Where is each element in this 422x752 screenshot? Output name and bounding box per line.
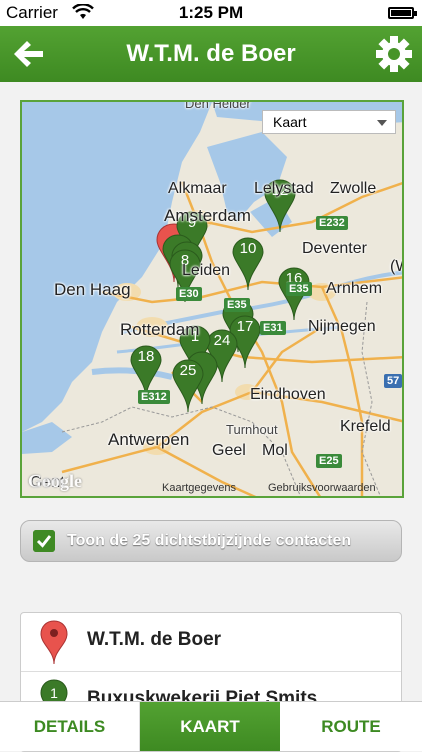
map-label-nijmegen: Nijmegen <box>308 318 376 335</box>
arrow-left-icon[interactable] <box>8 34 48 74</box>
gear-icon[interactable] <box>374 34 414 74</box>
map-label-geel: Geel <box>212 442 246 459</box>
status-time: 1:25 PM <box>178 3 244 22</box>
marker-label-24: 24 <box>214 332 231 349</box>
google-logo: Google <box>28 471 82 491</box>
map-label-amsterdam: Amsterdam <box>164 206 251 225</box>
tab-kaart[interactable]: KAART <box>140 702 280 751</box>
road-e35-east: E35 <box>286 282 312 296</box>
map-pin-icon <box>40 620 68 665</box>
tab-details[interactable]: DETAILS <box>0 702 140 751</box>
bottom-tab-bar: DETAILS KAART ROUTE <box>0 701 422 751</box>
list-item-name: W.T.M. de Boer <box>87 629 222 650</box>
nearest-contacts-label: Toon de 25 dichtstbijzijnde contacten <box>67 532 352 549</box>
marker-label-10: 10 <box>240 240 257 257</box>
nearest-contacts-toggle[interactable]: Toon de 25 dichtstbijzijnde contacten <box>20 520 402 562</box>
map-attribution-terms[interactable]: Gebruiksvoorwaarden <box>268 482 376 494</box>
map-label-turnhout: Turnhout <box>226 422 278 437</box>
map-label-eindhoven: Eindhoven <box>250 386 326 403</box>
map-label-lelystad: Lelystad <box>254 180 314 197</box>
marker-label-18: 18 <box>138 348 155 365</box>
marker-label-25: 25 <box>180 362 197 379</box>
map-label-arnhem: Arnhem <box>326 280 383 297</box>
checkbox-checked-icon[interactable] <box>33 530 55 552</box>
list-item[interactable]: W.T.M. de Boer <box>21 613 401 672</box>
road-57: 57 <box>384 374 402 388</box>
map-label-mol: Mol <box>262 442 288 459</box>
map-type-value: Kaart <box>273 114 307 130</box>
map-attribution-data[interactable]: Kaartgegevens <box>162 482 236 494</box>
road-e35: E35 <box>224 298 250 312</box>
tab-route[interactable]: ROUTE <box>280 702 422 751</box>
page-title: W.T.M. de Boer <box>126 40 296 67</box>
map-label-krefeld: Krefeld <box>340 418 391 435</box>
road-e30: E30 <box>176 287 202 301</box>
map-label-alkmaar: Alkmaar <box>168 180 227 197</box>
map-label-w: (W <box>390 258 402 275</box>
status-bar: Carrier 1:25 PM <box>0 0 422 26</box>
map-label-rotterdam: Rotterdam <box>120 320 200 339</box>
map-label-zwolle: Zwolle <box>330 180 377 197</box>
map-view[interactable]: 12 9 8 10 16 1 24 17 18 25 Kaart Den Hel… <box>20 100 404 498</box>
road-e312: E312 <box>138 390 170 404</box>
map-background: 12 9 8 10 16 1 24 17 18 25 <box>22 102 402 496</box>
road-e25: E25 <box>316 454 342 468</box>
road-e232: E232 <box>316 216 348 230</box>
chevron-down-icon <box>377 120 387 126</box>
map-label-antwerpen: Antwerpen <box>108 430 190 449</box>
list-pin-number: 1 <box>50 685 58 701</box>
battery-icon <box>388 7 417 19</box>
nav-header: W.T.M. de Boer <box>0 26 422 82</box>
map-label-leiden: Leiden <box>182 262 231 279</box>
road-e31: E31 <box>260 321 286 335</box>
map-type-select[interactable]: Kaart <box>262 110 396 134</box>
marker-label-17: 17 <box>237 318 254 335</box>
map-label-deventer: Deventer <box>302 240 367 257</box>
map-label-den-haag: Den Haag <box>54 280 131 299</box>
map-label-den-helder: Den Helder <box>185 100 251 111</box>
